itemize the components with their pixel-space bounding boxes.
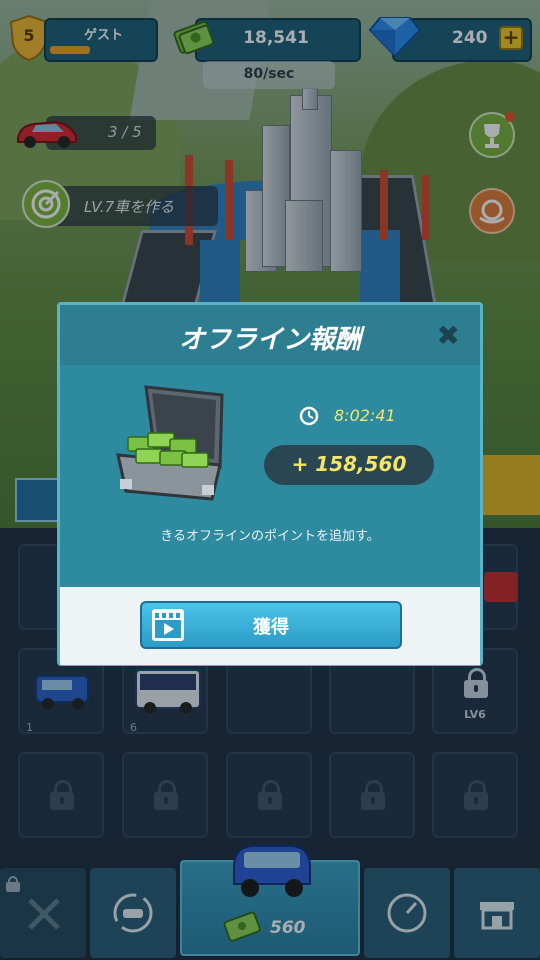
offline-time: 8:02:41 xyxy=(334,406,396,425)
money-suitcase-icon xyxy=(116,385,224,501)
dialog-body: 8:02:41 + 158,560 きるオフラインのポイントを追加す。 xyxy=(60,365,480,587)
offline-reward-dialog: オフライン報酬 ✖ 8:02:41 + 158,560 きるオフラインのポイント… xyxy=(57,302,483,666)
close-icon[interactable]: ✖ xyxy=(437,319,460,352)
reward-amount: + 158,560 xyxy=(291,452,407,476)
reward-description: きるオフラインのポイントを追加す。 xyxy=(160,529,380,544)
dialog-title: オフライン報酬 xyxy=(178,325,361,355)
dialog-header: オフライン報酬 ✖ xyxy=(60,305,480,365)
reward-pill: + 158,560 xyxy=(264,445,434,485)
get-button-label: 獲得 xyxy=(253,617,289,638)
clock-icon xyxy=(299,406,319,426)
dialog-footer: 獲得 xyxy=(60,587,480,665)
get-reward-button[interactable]: 獲得 xyxy=(140,601,402,649)
